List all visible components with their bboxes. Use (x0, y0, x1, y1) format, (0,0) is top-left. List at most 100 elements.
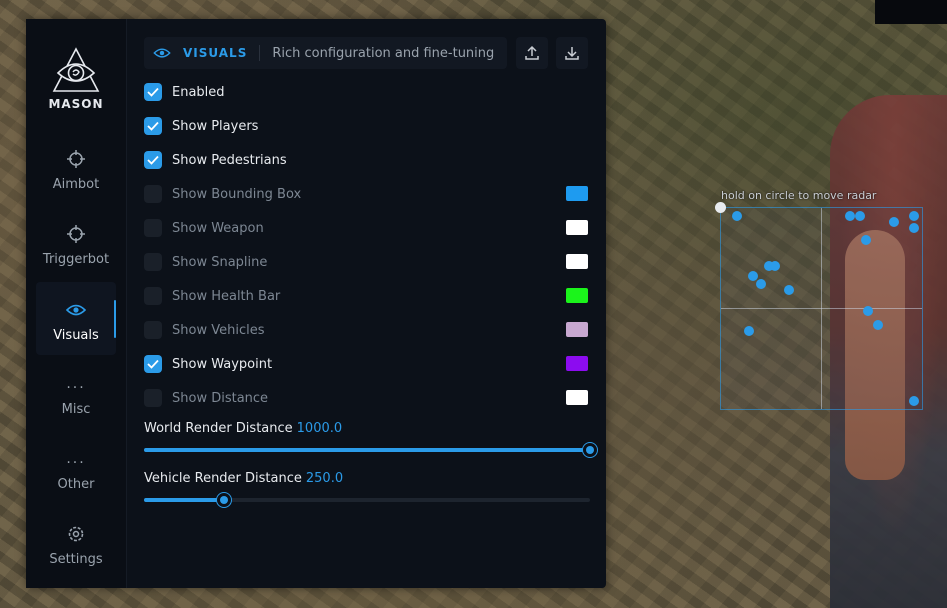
option-label: Show Distance (172, 390, 269, 406)
sidebar-item-triggerbot[interactable]: Triggerbot (36, 214, 116, 287)
option-row[interactable]: Show Snapline (144, 252, 267, 272)
crosshair-icon (67, 150, 85, 168)
slider-thumb[interactable] (582, 442, 598, 458)
crosshair-icon (67, 225, 85, 243)
check-icon (147, 155, 159, 165)
option-checkbox[interactable] (144, 253, 162, 271)
radar-blip (784, 285, 795, 296)
sidebar-item-label: Misc (61, 402, 91, 417)
option-row[interactable]: Show Waypoint (144, 354, 272, 374)
page-title: VISUALS (183, 46, 248, 60)
color-swatch[interactable] (566, 288, 588, 303)
top-black-bar (875, 0, 947, 24)
color-swatch[interactable] (566, 356, 588, 371)
option-checkbox[interactable] (144, 287, 162, 305)
option-label: Show Waypoint (172, 356, 273, 372)
more-icon: ... (66, 376, 86, 392)
radar-blip (756, 279, 767, 290)
sidebar-item-settings[interactable]: Settings (36, 514, 116, 587)
sidebar-item-other[interactable]: ... Other (36, 439, 116, 512)
vehicle-distance-label: Vehicle Render Distance 250.0 (144, 471, 343, 486)
option-label: Show Pedestrians (172, 152, 287, 168)
sidebar: MASON Aimbot Triggerbot Visuals ... Misc… (26, 19, 127, 588)
option-checkbox[interactable] (144, 83, 162, 101)
slider-label: World Render Distance (144, 421, 293, 436)
radar[interactable] (715, 202, 923, 410)
option-row[interactable]: Show Distance (144, 388, 268, 408)
active-indicator (114, 300, 116, 338)
world-distance-slider[interactable] (144, 442, 598, 458)
divider (259, 45, 261, 61)
option-row[interactable]: Show Vehicles (144, 320, 264, 340)
eye-icon (66, 304, 86, 316)
sidebar-item-label: Other (57, 477, 95, 492)
option-label: Enabled (172, 84, 225, 100)
option-row[interactable]: Show Pedestrians (144, 150, 287, 170)
slider-fill (144, 498, 225, 502)
radar-v-axis (821, 208, 822, 409)
radar-move-handle[interactable] (715, 202, 726, 213)
slider-value: 1000.0 (296, 421, 343, 436)
radar-blip (732, 211, 743, 222)
option-label: Show Bounding Box (172, 186, 302, 202)
sidebar-item-visuals[interactable]: Visuals (36, 282, 116, 355)
check-icon (147, 87, 159, 97)
radar-blip (854, 211, 865, 222)
gear-icon (68, 526, 84, 542)
radar-blip (872, 319, 883, 330)
option-checkbox[interactable] (144, 151, 162, 169)
color-swatch[interactable] (566, 186, 588, 201)
upload-icon (525, 45, 539, 60)
check-icon (147, 121, 159, 131)
sidebar-item-label: Triggerbot (42, 252, 110, 267)
world-distance-label: World Render Distance 1000.0 (144, 421, 342, 436)
option-row[interactable]: Show Bounding Box (144, 184, 301, 204)
radar-blip (844, 211, 855, 222)
radar-hint: hold on circle to move radar (721, 189, 877, 202)
vehicle-distance-slider[interactable] (144, 492, 590, 508)
sidebar-item-label: Aimbot (52, 177, 100, 192)
sidebar-item-label: Visuals (53, 328, 99, 343)
option-checkbox[interactable] (144, 355, 162, 373)
radar-blip (908, 223, 919, 234)
import-button[interactable] (556, 37, 588, 69)
option-checkbox[interactable] (144, 185, 162, 203)
radar-blip (908, 211, 919, 222)
eye-of-providence-icon (52, 47, 100, 92)
color-swatch[interactable] (566, 220, 588, 235)
app-name: MASON (48, 97, 104, 111)
export-button[interactable] (516, 37, 548, 69)
option-label: Show Health Bar (172, 288, 281, 304)
sidebar-item-misc[interactable]: ... Misc (36, 364, 116, 437)
option-row[interactable]: Show Health Bar (144, 286, 280, 306)
option-checkbox[interactable] (144, 321, 162, 339)
option-checkbox[interactable] (144, 389, 162, 407)
menu-panel: MASON Aimbot Triggerbot Visuals ... Misc… (26, 19, 606, 588)
color-swatch[interactable] (566, 390, 588, 405)
radar-blip (862, 305, 873, 316)
option-checkbox[interactable] (144, 219, 162, 237)
radar-blip (888, 217, 899, 228)
sidebar-item-aimbot[interactable]: Aimbot (36, 139, 116, 212)
option-row[interactable]: Show Weapon (144, 218, 264, 238)
slider-value: 250.0 (305, 471, 344, 486)
option-label: Show Players (172, 118, 259, 134)
color-swatch[interactable] (566, 322, 588, 337)
option-row[interactable]: Enabled (144, 82, 225, 102)
eye-icon (153, 48, 171, 58)
more-icon: ... (66, 451, 86, 467)
slider-thumb[interactable] (216, 492, 233, 508)
section-header: VISUALS Rich configuration and fine-tuni… (144, 37, 507, 69)
check-icon (147, 359, 159, 369)
radar-blip (908, 395, 919, 406)
option-label: Show Snapline (172, 254, 268, 270)
page-subtitle: Rich configuration and fine-tuning (272, 45, 495, 61)
radar-blip (770, 261, 781, 272)
color-swatch[interactable] (566, 254, 588, 269)
option-row[interactable]: Show Players (144, 116, 258, 136)
sidebar-item-label: Settings (49, 552, 103, 567)
option-checkbox[interactable] (144, 117, 162, 135)
radar-blip (744, 325, 755, 336)
option-label: Show Weapon (172, 220, 264, 236)
radar-blip (860, 235, 871, 246)
